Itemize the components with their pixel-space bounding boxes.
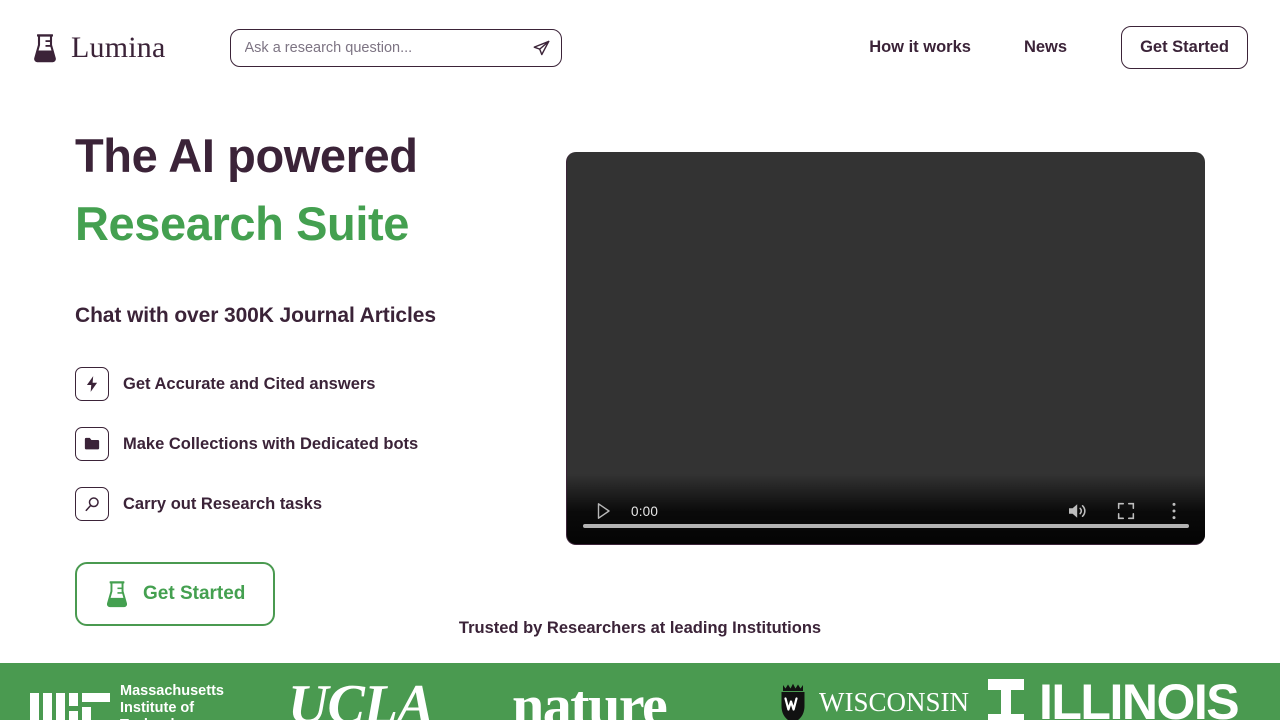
site-header: Lumina How it works News Get Started [0, 0, 1280, 95]
wisconsin-logo-text: WISCONSIN [819, 686, 970, 717]
page-title: The AI powered Research Suite [75, 122, 545, 258]
list-item: Carry out Research tasks [75, 474, 545, 534]
main-nav: How it works News Get Started [859, 26, 1248, 69]
beaker-icon [105, 580, 129, 608]
mit-logo-icon [30, 687, 110, 720]
logo-nature: nature [512, 673, 668, 720]
header-get-started-button[interactable]: Get Started [1121, 26, 1248, 69]
ucla-logo-text: UCLA [288, 674, 434, 720]
nature-logo-text: nature [512, 673, 668, 720]
beaker-icon [32, 33, 58, 63]
search-box[interactable] [229, 28, 562, 67]
logo-ucla: UCLA [288, 674, 434, 720]
institution-logo-band: Massachusetts Institute of Technology UC… [0, 663, 1280, 720]
logo-mit: Massachusetts Institute of Technology [30, 683, 224, 720]
nav-link-how-it-works[interactable]: How it works [859, 32, 981, 63]
magnifying-glass-icon [75, 487, 109, 522]
hero-content: The AI powered Research Suite Chat with … [75, 122, 545, 627]
headline-line-2: Research Suite [75, 197, 410, 251]
search-input[interactable] [229, 28, 562, 67]
folder-icon [75, 427, 109, 462]
mit-logo-text: Massachusetts Institute of Technology [120, 683, 224, 720]
video-current-time: 0:00 [631, 503, 659, 519]
hero-get-started-button[interactable]: Get Started [75, 562, 276, 627]
logo-illinois: ILLINOIS [985, 674, 1240, 720]
cta-label: Get Started [143, 583, 246, 605]
play-icon[interactable] [591, 499, 615, 523]
logo-wisconsin: WISCONSIN [775, 680, 969, 720]
volume-icon[interactable] [1065, 499, 1089, 523]
send-paper-plane-icon[interactable] [532, 38, 551, 57]
list-item: Make Collections with Dedicated bots [75, 414, 545, 474]
wisconsin-crest-icon [775, 680, 815, 720]
list-item: Get Accurate and Cited answers [75, 354, 545, 414]
hero-video-player[interactable]: 0:00 [566, 152, 1205, 545]
nav-link-news[interactable]: News [1014, 32, 1077, 63]
feature-label: Carry out Research tasks [123, 494, 323, 513]
trusted-caption: Trusted by Researchers at leading Instit… [458, 619, 822, 637]
fullscreen-icon[interactable] [1115, 500, 1137, 522]
illinois-logo-text: ILLINOIS [1039, 674, 1240, 720]
feature-label: Make Collections with Dedicated bots [123, 434, 419, 453]
landing-page: Lumina How it works News Get Started The… [0, 0, 1280, 720]
hero-subheadline: Chat with over 300K Journal Articles [75, 304, 436, 328]
brand-name: Lumina [71, 30, 166, 64]
video-seek-bar[interactable] [583, 524, 1189, 528]
video-controls-bar: 0:00 [567, 474, 1205, 544]
brand-logo-link[interactable]: Lumina [32, 30, 166, 64]
headline-line-1: The AI powered [75, 129, 418, 182]
more-vertical-icon[interactable] [1165, 500, 1183, 522]
feature-list: Get Accurate and Cited answers Make Coll… [75, 354, 545, 534]
feature-label: Get Accurate and Cited answers [123, 374, 376, 393]
illinois-block-i-icon [985, 677, 1027, 720]
lightning-bolt-icon [75, 367, 109, 402]
